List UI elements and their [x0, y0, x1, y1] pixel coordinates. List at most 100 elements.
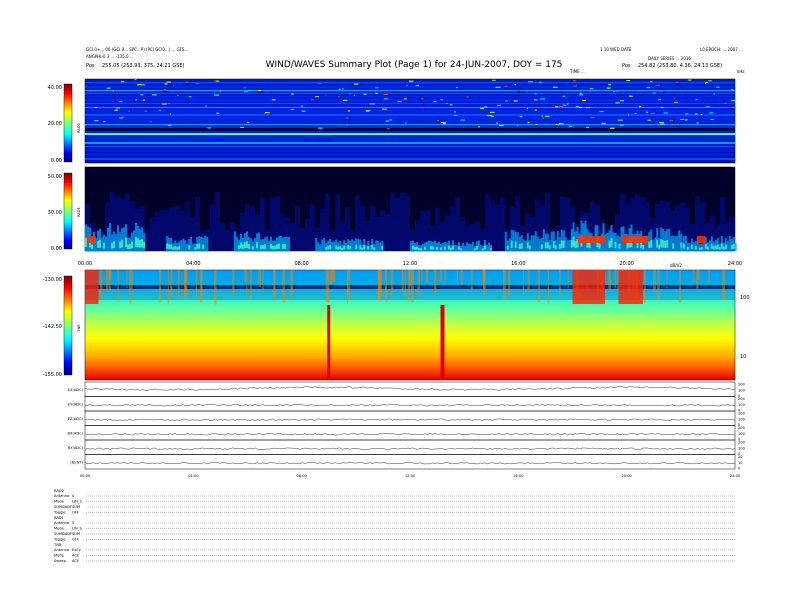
rad2-speck — [578, 107, 583, 109]
rad1-burst-core — [560, 240, 563, 248]
rad2-speck — [453, 115, 458, 117]
rad2-speck — [188, 96, 192, 98]
tnr-streak — [444, 270, 447, 285]
rad1-burst-core — [698, 247, 701, 250]
tnr-streak — [195, 270, 198, 297]
rad1-burst — [488, 242, 490, 251]
tnr-streak — [158, 270, 162, 302]
rad2-speck — [613, 90, 615, 92]
rad2-speck — [258, 90, 262, 92]
time-tick-label: 08:00 — [294, 261, 308, 267]
rad1-burst — [674, 236, 677, 251]
rad1-burst — [522, 239, 525, 251]
rad1-burst-core — [412, 245, 414, 250]
rad1-burst-core — [506, 245, 509, 250]
tnr-streak — [108, 270, 111, 291]
rad2-speck — [499, 125, 504, 127]
rad1-burst-core — [706, 246, 709, 250]
rad1-burst-core — [514, 241, 517, 249]
rad1-column — [145, 228, 150, 251]
rad1-burst-core — [552, 241, 555, 249]
rad2-ylabel: RAD2 — [77, 123, 81, 133]
rad1-burst-core — [359, 245, 362, 250]
rad1-burst — [692, 242, 695, 251]
rad2-speck — [716, 86, 720, 88]
rad1-column — [500, 197, 505, 251]
rad1-burst-core — [178, 246, 181, 250]
rad2-speck — [137, 84, 139, 86]
rad2-speck — [216, 115, 219, 117]
footer-parameters: RAD2Antenna SMode LIN_SSUMDADF SUMToggle OFF… — [53, 489, 735, 563]
rad1-column — [150, 216, 155, 251]
line-panel-label: |B|(NT) — [70, 460, 83, 464]
rad1-burst — [182, 238, 185, 251]
rad2-speck — [315, 96, 319, 98]
tnr-streak — [331, 270, 334, 283]
rad1-burst-core — [650, 240, 653, 248]
rad1-burst-core — [448, 245, 450, 250]
rad2-speck — [675, 81, 679, 83]
rad2-speck — [135, 99, 137, 101]
rad1-burst — [680, 242, 683, 251]
rad1-burst — [315, 238, 318, 251]
tnr-streak — [482, 270, 486, 283]
rad1-column — [225, 230, 230, 251]
rad1-burst — [462, 243, 464, 251]
rad2-speck — [658, 90, 663, 92]
line-panel-frame — [84, 396, 736, 412]
tnr-spike — [327, 305, 331, 380]
footer-value: S — [72, 494, 75, 498]
tnr-streak — [434, 270, 437, 293]
rad2-speck — [599, 111, 604, 113]
rad1-burst — [133, 230, 135, 251]
rad2-speck — [94, 120, 99, 122]
rad1-column — [220, 222, 225, 251]
rad2-speck — [121, 116, 125, 118]
time-tick-label: 16:00 — [511, 261, 525, 267]
rad2-speck — [318, 127, 323, 129]
rad2-speck — [144, 110, 148, 112]
rad2-speck — [704, 82, 707, 84]
header-right-pos-value: 254.82 (253.80, 4.36, 24.13 GSE) — [638, 63, 722, 69]
rad2-speck — [195, 82, 200, 84]
rad1-column — [155, 212, 160, 251]
rad1-burst — [233, 231, 236, 251]
rad1-burst — [265, 236, 268, 251]
rad1-burst — [532, 235, 535, 251]
rad2-speck — [497, 104, 502, 106]
rad2-speck — [142, 99, 145, 101]
rad1-burst — [480, 244, 482, 251]
header-left-line1: GCI 0+... 00 (GCI 0... SPC...P) (PCI GCI… — [86, 47, 188, 52]
rad1-burst-core — [510, 240, 513, 248]
tnr-streak — [722, 270, 726, 301]
rad1-cbar-tick-mid: 30.00 — [48, 210, 62, 216]
rad2-speck — [433, 101, 437, 103]
rad2-speck — [538, 81, 542, 83]
rad1-burst — [616, 235, 619, 251]
rad1-burst — [249, 238, 252, 251]
rad1-cbar-tick-top: 50.00 — [48, 174, 62, 180]
rad1-burst — [434, 240, 436, 251]
rad1-burst-core — [482, 248, 484, 251]
rad1-burst-core — [113, 241, 115, 249]
rad1-burst-core — [608, 240, 611, 248]
rad1-burst-core — [355, 244, 358, 250]
rad1-burst — [379, 242, 382, 251]
rad1-burst-core — [237, 245, 240, 250]
line-series — [84, 418, 736, 421]
time-tick-label: 24:00 — [728, 261, 742, 267]
rad2-speck — [555, 123, 558, 125]
rad2-speck — [645, 111, 649, 113]
rad2-speck — [705, 106, 710, 108]
rad1-cbar-tick-bot: 0.00 — [51, 246, 62, 252]
rad2-speck — [325, 94, 327, 96]
line-series — [84, 386, 736, 391]
rad2-speck — [94, 106, 98, 108]
tnr-right-unit: dB/V2 — [670, 263, 682, 268]
rad2-speck — [710, 119, 714, 121]
rad2-speck — [638, 105, 642, 107]
line-panel-right-tick: 0 — [738, 467, 741, 471]
tnr-streak — [170, 270, 173, 297]
tnr-streak — [232, 270, 235, 296]
rad1-burst — [123, 227, 125, 251]
